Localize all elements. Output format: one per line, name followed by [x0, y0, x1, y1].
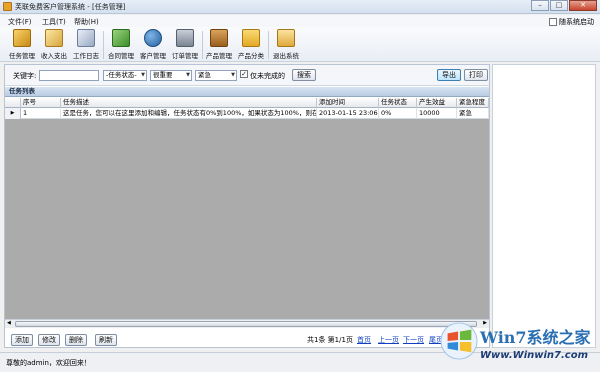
column-header[interactable]: 任务描述	[61, 98, 317, 108]
table-cell: 紧急	[457, 108, 489, 119]
toolbar-order-management[interactable]: 订单管理	[169, 29, 201, 61]
horizontal-scrollbar[interactable]: ◀ ▶	[5, 319, 489, 328]
table-cell: 2013-01-15 23:06	[319, 108, 379, 119]
search-button[interactable]: 搜索	[292, 69, 316, 81]
task-status-value: -任务状态-	[106, 71, 137, 79]
main-toolbar: 任务管理 收入支出 工作日志 合同管理 客户管理 订单管理 产品管理 产品分类 …	[0, 27, 600, 62]
watermark: Win7系统之家 Www.Winwin7.com	[440, 318, 600, 372]
pager-next: 下一页	[403, 335, 424, 345]
window-controls: – □ ✕	[530, 0, 597, 12]
first-page-link[interactable]: 首页	[357, 336, 371, 344]
menu-bar: 文件(F) 工具(T) 帮助(H)	[0, 15, 600, 27]
autostart-label: 随系统启动	[559, 18, 594, 26]
task-status-select[interactable]: -任务状态- ▼	[103, 70, 147, 81]
orders-icon	[176, 29, 194, 47]
urgency-value: 紧急	[198, 71, 211, 79]
delete-button[interactable]: 删除	[65, 334, 87, 346]
refresh-button[interactable]: 刷新	[95, 334, 117, 346]
contract-icon	[112, 29, 130, 47]
scrollbar-thumb[interactable]	[15, 321, 477, 327]
add-button[interactable]: 添加	[11, 334, 33, 346]
app-icon	[3, 2, 12, 11]
export-button[interactable]: 导出	[437, 69, 461, 81]
menu-tools[interactable]: 工具(T)	[42, 17, 66, 27]
keyword-input[interactable]	[39, 70, 99, 81]
toolbar-customer-management[interactable]: 客户管理	[137, 29, 169, 61]
category-icon	[242, 29, 260, 47]
only-incomplete-label: 仅未完成的	[250, 72, 285, 80]
right-panel	[492, 64, 596, 348]
task-table: 序号 任务描述 添加时间 任务状态 产生效益 紧急程度 ▶ 1 这是任务，您可以…	[5, 98, 489, 319]
toolbar-work-log[interactable]: 工作日志	[70, 29, 102, 61]
column-header[interactable]: 产生效益	[417, 98, 457, 108]
autostart-option[interactable]: 随系统启动	[549, 17, 594, 27]
windows-logo-icon	[440, 322, 478, 360]
product-icon	[210, 29, 228, 47]
table-cell: 1	[21, 108, 61, 119]
prev-page-link[interactable]: 上一页	[378, 336, 399, 344]
task-panel: 关键字: -任务状态- ▼ 很重要 ▼ 紧急 ▼ 仅未完成的 搜索 导出 打印 任务列…	[4, 64, 490, 348]
next-page-link[interactable]: 下一页	[403, 336, 424, 344]
customers-icon	[144, 29, 162, 47]
toolbar-separator	[103, 31, 104, 59]
menu-file[interactable]: 文件(F)	[8, 17, 32, 27]
table-cell: 0%	[379, 108, 417, 119]
toolbar-product-management[interactable]: 产品管理	[203, 29, 235, 61]
toolbar-task-management[interactable]: 任务管理	[6, 29, 38, 61]
log-icon	[77, 29, 95, 47]
table-row[interactable]: 1 这是任务，您可以在这里添加和编辑，任务状态有0%到100%，如果状态为100…	[21, 108, 489, 119]
maximize-button[interactable]: □	[550, 0, 568, 11]
watermark-brand: Win7系统之家	[480, 328, 591, 347]
table-header: 序号 任务描述 添加时间 任务状态 产生效益 紧急程度	[5, 98, 489, 108]
watermark-url: Www.Winwin7.com	[480, 350, 589, 361]
section-title: 任务列表	[5, 87, 489, 97]
window-title: 芙联免费客户管理系统 - [任务管理]	[15, 3, 126, 11]
exit-icon	[277, 29, 295, 47]
menu-help[interactable]: 帮助(H)	[74, 17, 99, 27]
column-header[interactable]: 序号	[21, 98, 61, 108]
edit-button[interactable]: 修改	[38, 334, 60, 346]
row-selector-arrow-icon[interactable]: ▶	[5, 108, 21, 119]
income-icon	[45, 29, 63, 47]
minimize-button[interactable]: –	[531, 0, 549, 11]
action-bar: 添加 修改 删除 刷新 共1条 第1/1页 首页 上一页 下一页 尾页	[5, 331, 489, 348]
table-cell: 10000	[417, 108, 457, 119]
toolbar-exit-system[interactable]: 退出系统	[270, 29, 302, 61]
column-header[interactable]: 任务状态	[379, 98, 417, 108]
importance-select[interactable]: 很重要 ▼	[150, 70, 192, 81]
urgency-select[interactable]: 紧急 ▼	[195, 70, 237, 81]
only-incomplete-checkbox[interactable]	[240, 70, 248, 78]
chevron-down-icon: ▼	[141, 72, 145, 78]
pager-prev: 上一页	[378, 335, 399, 345]
toolbar-income-expense[interactable]: 收入支出	[38, 29, 70, 61]
toolbar-product-category[interactable]: 产品分类	[235, 29, 267, 61]
column-header[interactable]: 紧急程度	[457, 98, 489, 108]
scroll-left-icon[interactable]: ◀	[7, 320, 11, 326]
chevron-down-icon: ▼	[231, 72, 235, 78]
row-header-corner	[5, 98, 21, 108]
task-icon	[13, 29, 31, 47]
autostart-checkbox[interactable]	[549, 18, 557, 26]
filter-bar: 关键字: -任务状态- ▼ 很重要 ▼ 紧急 ▼ 仅未完成的 搜索 导出 打印	[5, 65, 489, 86]
status-text: 尊敬的admin，欢迎回来！	[6, 359, 91, 367]
pager-first: 首页	[357, 335, 371, 345]
print-button[interactable]: 打印	[464, 69, 488, 81]
toolbar-contract-management[interactable]: 合同管理	[105, 29, 137, 61]
close-button[interactable]: ✕	[569, 0, 597, 11]
toolbar-separator	[268, 31, 269, 59]
table-cell: 这是任务，您可以在这里添加和编辑，任务状态有0%到100%，如果状态为100%，…	[63, 108, 317, 119]
title-bar: 芙联免费客户管理系统 - [任务管理] – □ ✕	[0, 0, 600, 14]
column-header[interactable]: 添加时间	[317, 98, 379, 108]
keyword-label: 关键字:	[13, 72, 37, 80]
importance-value: 很重要	[153, 71, 173, 79]
chevron-down-icon: ▼	[186, 72, 190, 78]
pager-summary: 共1条 第1/1页	[307, 336, 353, 344]
